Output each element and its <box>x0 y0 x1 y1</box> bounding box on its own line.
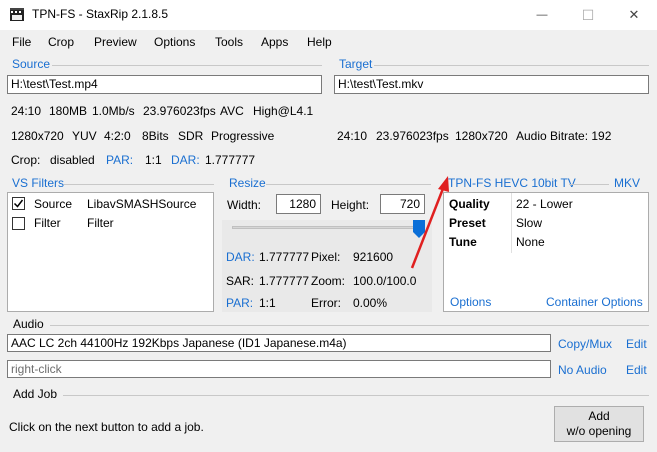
addjob-divider <box>63 395 649 396</box>
resize-height-label: Height: <box>331 198 370 212</box>
encoder-options-link[interactable]: Options <box>450 295 491 309</box>
source-subsampling: 4:2:0 <box>104 129 131 143</box>
audio-track2-edit-link[interactable]: Edit <box>626 363 647 377</box>
target-duration: 24:10 <box>337 129 368 143</box>
encoder-quality-name[interactable]: Quality <box>449 197 490 211</box>
source-label: Source <box>12 57 51 71</box>
add-job-button-line2: w/o opening <box>566 424 632 438</box>
audio-track1-copymux-link[interactable]: Copy/Mux <box>558 337 612 351</box>
source-crop-label: Crop: <box>11 153 41 167</box>
minimize-icon: — <box>536 9 548 21</box>
resize-label: Resize <box>229 176 266 190</box>
resize-pixel-label: Pixel: <box>311 250 341 264</box>
resize-zoom-value: 100.0/100.0 <box>353 274 417 288</box>
target-resolution: 1280x720 <box>455 129 508 143</box>
resize-width-label: Width: <box>227 198 262 212</box>
menu-apps[interactable]: Apps <box>261 35 288 49</box>
source-duration: 24:10 <box>11 104 42 118</box>
source-divider <box>52 65 322 66</box>
target-divider <box>374 65 649 66</box>
filter-row-source-value[interactable]: LibavSMASHSource <box>87 197 196 211</box>
menu-tools[interactable]: Tools <box>215 35 243 49</box>
encoder-preset-value[interactable]: Slow <box>516 216 542 230</box>
resize-sar-label: SAR: <box>226 274 255 288</box>
source-profile: High@L4.1 <box>253 104 314 118</box>
resize-slider-track[interactable] <box>232 226 422 229</box>
menu-help[interactable]: Help <box>307 35 332 49</box>
resize-zoom-label: Zoom: <box>311 274 346 288</box>
menu-preview[interactable]: Preview <box>94 35 137 49</box>
audio-divider <box>50 325 649 326</box>
encoder-divider <box>569 184 609 185</box>
source-range: SDR <box>178 129 204 143</box>
source-dar-label[interactable]: DAR: <box>171 153 200 167</box>
encoder-tune-name[interactable]: Tune <box>449 235 477 249</box>
target-label: Target <box>339 57 373 71</box>
window-title: TPN-FS - StaxRip 2.1.8.5 <box>32 7 169 21</box>
staxrip-app-icon <box>10 8 24 21</box>
container-options-link[interactable]: Container Options <box>546 295 643 309</box>
source-resolution: 1280x720 <box>11 129 64 143</box>
resize-dar-label[interactable]: DAR: <box>226 250 255 264</box>
source-codec: AVC <box>220 104 244 118</box>
source-bitdepth: 8Bits <box>142 129 169 143</box>
target-audio-bitrate: Audio Bitrate: 192 <box>516 129 612 143</box>
filter-row-filter-name[interactable]: Filter <box>34 216 61 230</box>
resize-divider <box>266 184 431 185</box>
source-dar-value: 1.777777 <box>205 153 256 167</box>
source-par-value: 1:1 <box>145 153 162 167</box>
resize-par-label[interactable]: PAR: <box>226 296 253 310</box>
menu-file[interactable]: File <box>12 35 31 49</box>
filters-label[interactable]: VS Filters <box>12 176 64 190</box>
maximize-button[interactable]: ☐ <box>565 0 611 30</box>
encoder-profile-label[interactable]: TPN-FS HEVC 10bit TV <box>448 176 576 190</box>
addjob-label: Add Job <box>13 387 58 401</box>
audio-track2-field[interactable]: right-click <box>7 360 551 378</box>
resize-sar-value: 1.777777 <box>259 274 310 288</box>
filter-row-source-name[interactable]: Source <box>34 197 72 211</box>
encoder-grid-divider <box>511 193 512 253</box>
filters-divider <box>64 184 214 185</box>
add-job-button-line1: Add <box>588 409 610 423</box>
audio-track1-edit-link[interactable]: Edit <box>626 337 647 351</box>
resize-par-value: 1:1 <box>259 296 276 310</box>
resize-slider-thumb[interactable] <box>413 220 425 238</box>
source-crop-value: disabled <box>50 153 95 167</box>
source-bitrate: 1.0Mb/s <box>92 104 135 118</box>
target-path-field[interactable]: H:\test\Test.mkv <box>334 75 649 94</box>
menu-crop[interactable]: Crop <box>48 35 74 49</box>
audio-label: Audio <box>13 317 44 331</box>
source-path-field[interactable]: H:\test\Test.mp4 <box>7 75 322 94</box>
resize-height-input[interactable]: 720 <box>380 194 425 214</box>
close-icon: ✕ <box>628 7 640 22</box>
target-fps: 23.976023fps <box>376 129 449 143</box>
maximize-icon: ☐ <box>581 6 595 23</box>
resize-dar-value: 1.777777 <box>259 250 310 264</box>
filter-row-source-checkbox[interactable] <box>12 197 25 210</box>
checkmark-icon <box>13 199 24 208</box>
audio-track1-field[interactable]: AAC LC 2ch 44100Hz 192Kbps Japanese (ID1… <box>7 334 551 352</box>
resize-error-value: 0.00% <box>353 296 388 310</box>
source-size: 180MB <box>49 104 88 118</box>
resize-width-input[interactable]: 1280 <box>276 194 321 214</box>
source-fps: 23.976023fps <box>143 104 216 118</box>
encoder-tune-value[interactable]: None <box>516 235 545 249</box>
add-job-button[interactable]: Add w/o opening <box>554 406 644 442</box>
resize-error-label: Error: <box>311 296 341 310</box>
resize-pixel-value: 921600 <box>353 250 394 264</box>
minimize-button[interactable]: — <box>519 0 565 30</box>
filter-row-filter-checkbox[interactable] <box>12 217 25 230</box>
filter-row-filter-value[interactable]: Filter <box>87 216 114 230</box>
audio-track2-noaudio-link[interactable]: No Audio <box>558 363 607 377</box>
addjob-hint: Click on the next button to add a job. <box>9 420 204 434</box>
source-scan: Progressive <box>211 129 275 143</box>
container-label[interactable]: MKV <box>614 176 640 190</box>
encoder-preset-name[interactable]: Preset <box>449 216 486 230</box>
encoder-quality-value[interactable]: 22 - Lower <box>516 197 573 211</box>
source-color: YUV <box>72 129 97 143</box>
menu-options[interactable]: Options <box>154 35 195 49</box>
close-button[interactable]: ✕ <box>611 0 657 30</box>
source-par-label[interactable]: PAR: <box>106 153 133 167</box>
